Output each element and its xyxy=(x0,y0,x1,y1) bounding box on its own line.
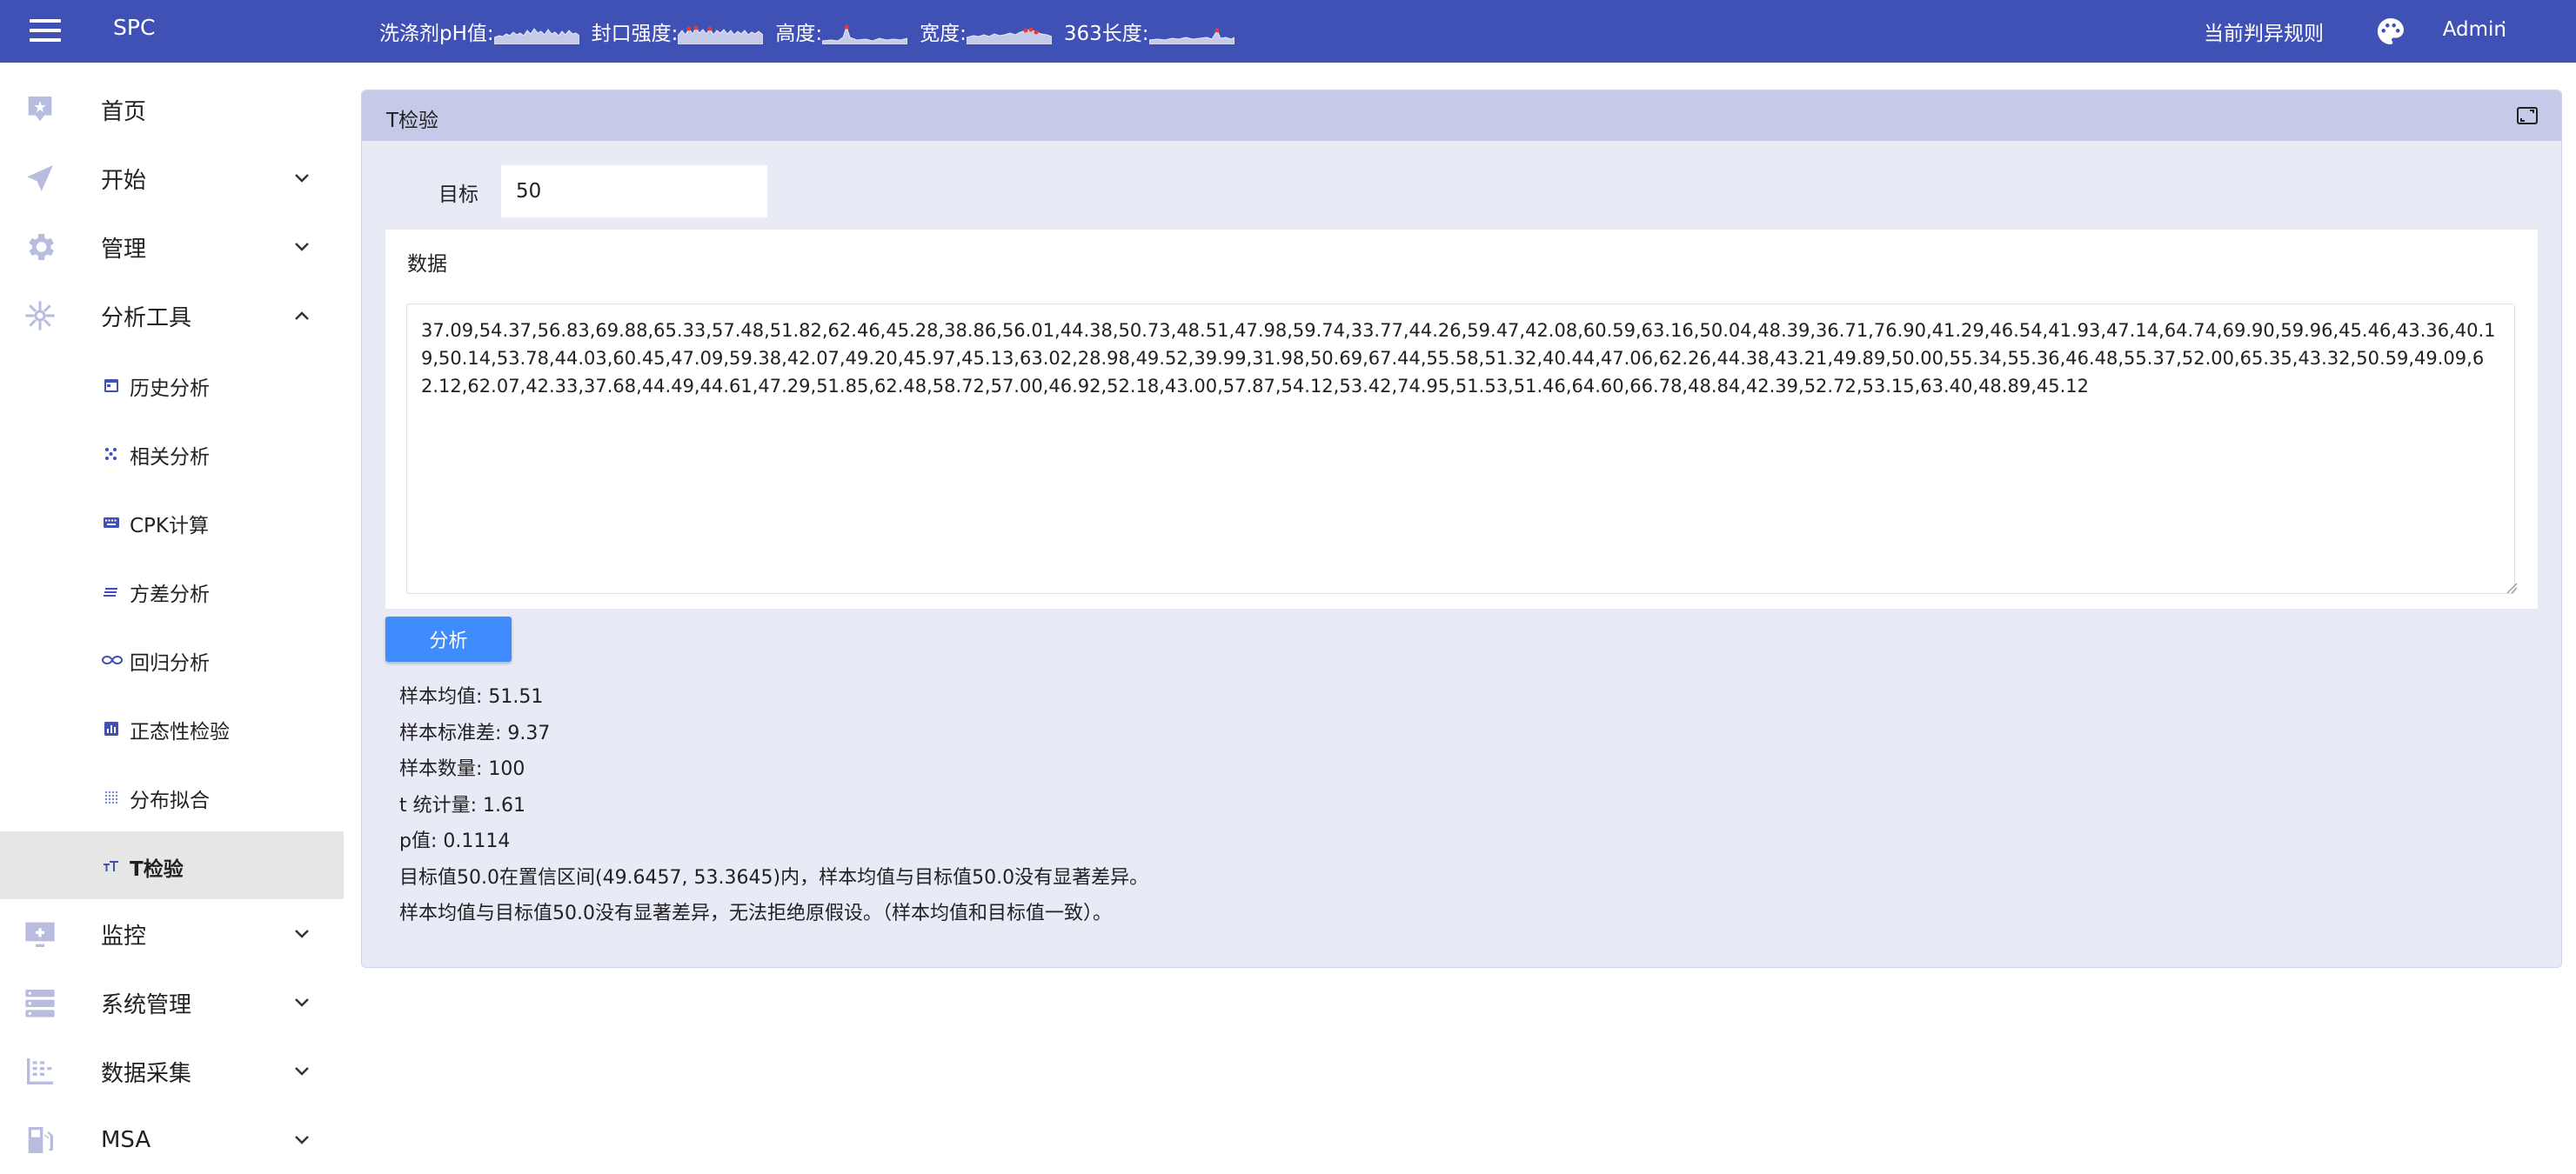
sidebar-subitem-label: 相关分析 xyxy=(130,446,210,469)
more-vert-icon[interactable]: ⋮ xyxy=(2494,18,2513,40)
sidebar-item-label: 分析工具 xyxy=(101,304,192,331)
calendar-icon xyxy=(104,379,118,392)
sidebar-item-analysis-tools[interactable]: 分析工具 xyxy=(0,282,344,350)
result-confidence-interval: 目标值50.0在置信区间(49.6457, 53.3645)内，样本均值与目标值… xyxy=(399,866,1149,889)
result-p-value: p值: 0.1114 xyxy=(399,830,511,852)
sparkline-width[interactable]: 宽度: xyxy=(920,17,1052,46)
sparkline-bar: 洗涤剂pH值: 封口强度: 高度: 宽度: 363长度: xyxy=(379,10,1247,52)
sparkline-chart xyxy=(822,24,908,44)
sparkline-height[interactable]: 高度: xyxy=(775,17,908,46)
analyze-button[interactable]: 分析 xyxy=(385,617,512,662)
resize-grip-icon[interactable] xyxy=(2506,582,2518,594)
sparkline-seal-strength[interactable]: 封口强度: xyxy=(592,17,764,46)
chevron-up-icon xyxy=(295,311,309,320)
sidebar-item-msa[interactable]: MSA xyxy=(0,1106,344,1174)
sidebar-subitem-label: 正态性检验 xyxy=(130,721,230,744)
sidebar-subitem-correlation[interactable]: 相关分析 xyxy=(0,419,344,487)
data-card: 数据 37.09,54.37,56.83,69.88,65.33,57.48,5… xyxy=(385,230,2538,609)
chevron-down-icon xyxy=(295,1067,309,1076)
gear-icon xyxy=(29,234,55,260)
sidebar-subitem-normality[interactable]: 正态性检验 xyxy=(0,694,344,762)
chevron-down-icon xyxy=(295,930,309,938)
sparkline-label: 363长度: xyxy=(1063,23,1149,45)
sidebar: 首页 开始 管理 分析工具 历史分析 相关分析 CPK计算 方差分析 回归分析 … xyxy=(0,63,344,1164)
sidebar-subitem-label: 回归分析 xyxy=(130,652,210,675)
current-rule-link[interactable]: 当前判异规则 xyxy=(2204,17,2324,46)
sparkline-363-length[interactable]: 363长度: xyxy=(1064,17,1234,46)
result-t-statistic: t 统计量: 1.61 xyxy=(399,794,526,817)
sidebar-item-label: 数据采集 xyxy=(101,1060,192,1087)
analysis-icon xyxy=(25,301,55,330)
sparkline-label: 封口强度: xyxy=(591,23,679,45)
sidebar-item-monitor[interactable]: 监控 xyxy=(0,900,344,968)
data-textarea[interactable]: 37.09,54.37,56.83,69.88,65.33,57.48,51.8… xyxy=(406,304,2515,594)
panel-header: T检验 xyxy=(362,90,2561,141)
sidebar-item-label: 开始 xyxy=(101,167,147,194)
data-collect-icon xyxy=(27,1058,53,1084)
sidebar-item-label: 监控 xyxy=(101,923,147,950)
panel-title: T检验 xyxy=(386,110,439,132)
result-conclusion: 样本均值与目标值50.0没有显著差异，无法拒绝原假设。（样本均值和目标值一致）。 xyxy=(399,903,1112,924)
sidebar-item-label: MSA xyxy=(101,1127,151,1153)
sidebar-item-manage[interactable]: 管理 xyxy=(0,213,344,281)
app-title: SPC xyxy=(113,15,156,40)
chevron-down-icon xyxy=(295,1136,309,1144)
palette-icon[interactable] xyxy=(2375,16,2406,47)
scatter-icon xyxy=(105,448,117,460)
sidebar-item-system-admin[interactable]: 系统管理 xyxy=(0,969,344,1037)
sidebar-subitem-anova[interactable]: 方差分析 xyxy=(0,557,344,624)
sidebar-subitem-regression[interactable]: 回归分析 xyxy=(0,625,344,693)
sidebar-item-label: 系统管理 xyxy=(101,991,192,1018)
sidebar-item-start[interactable]: 开始 xyxy=(0,144,344,212)
sparkline-chart xyxy=(966,27,1052,44)
lines-icon xyxy=(104,588,117,597)
sparkline-label: 高度: xyxy=(775,23,823,45)
sparkline-ph[interactable]: 洗涤剂pH值: xyxy=(379,17,579,46)
sparkline-chart xyxy=(1148,28,1234,44)
result-sample-count: 样本数量: 100 xyxy=(399,758,525,780)
top-app-bar: SPC 洗涤剂pH值: 封口强度: 高度: 宽度: 363长度: 当前判异规则 … xyxy=(0,0,2576,63)
sidebar-item-label: 首页 xyxy=(101,98,147,125)
sidebar-subitem-label: T检验 xyxy=(130,858,184,881)
target-input[interactable] xyxy=(501,165,767,217)
sparkline-label: 洗涤剂pH值: xyxy=(379,23,494,45)
sidebar-subitem-history-analysis[interactable]: 历史分析 xyxy=(0,350,344,418)
results-list: 样本均值: 51.51 样本标准差: 9.37 样本数量: 100 t 统计量:… xyxy=(399,679,1148,932)
sidebar-item-home[interactable]: 首页 xyxy=(0,76,344,143)
send-icon xyxy=(27,165,53,191)
sidebar-subitem-label: 方差分析 xyxy=(130,584,210,606)
t-test-panel: T检验 目标 数据 37.09,54.37,56.83,69.88,65.33,… xyxy=(361,90,2562,968)
sidebar-item-data-collection[interactable]: 数据采集 xyxy=(0,1037,344,1105)
sparkline-label: 宽度: xyxy=(920,23,967,45)
home-icon xyxy=(28,97,52,122)
sidebar-subitem-distribution-fit[interactable]: 分布拟合 xyxy=(0,763,344,830)
keyboard-icon xyxy=(104,517,119,528)
sidebar-item-label: 管理 xyxy=(101,236,147,263)
chevron-down-icon xyxy=(295,174,309,183)
sidebar-subitem-label: 历史分析 xyxy=(130,377,210,400)
infinity-icon xyxy=(101,655,124,665)
sparkline-chart xyxy=(493,28,579,44)
monitor-icon xyxy=(25,922,55,947)
sparkline-chart xyxy=(678,25,764,44)
grid-dots-icon xyxy=(104,790,118,804)
text-size-icon xyxy=(104,861,118,871)
data-label: 数据 xyxy=(407,253,447,276)
bar-chart-icon xyxy=(104,722,118,736)
menu-icon[interactable] xyxy=(30,19,61,43)
sidebar-subitem-cpk[interactable]: CPK计算 xyxy=(0,488,344,556)
server-icon xyxy=(25,990,55,1017)
sidebar-subitem-t-test[interactable]: T检验 xyxy=(0,831,344,899)
chevron-down-icon xyxy=(295,243,309,251)
fuel-icon xyxy=(28,1127,53,1153)
sidebar-subitem-label: 分布拟合 xyxy=(130,790,210,812)
chevron-down-icon xyxy=(295,998,309,1007)
result-sample-std: 样本标准差: 9.37 xyxy=(399,722,551,744)
sidebar-subitem-label: CPK计算 xyxy=(130,515,210,537)
result-sample-mean: 样本均值: 51.51 xyxy=(399,686,544,708)
fullscreen-icon[interactable] xyxy=(2516,105,2539,126)
target-label: 目标 xyxy=(438,183,478,206)
